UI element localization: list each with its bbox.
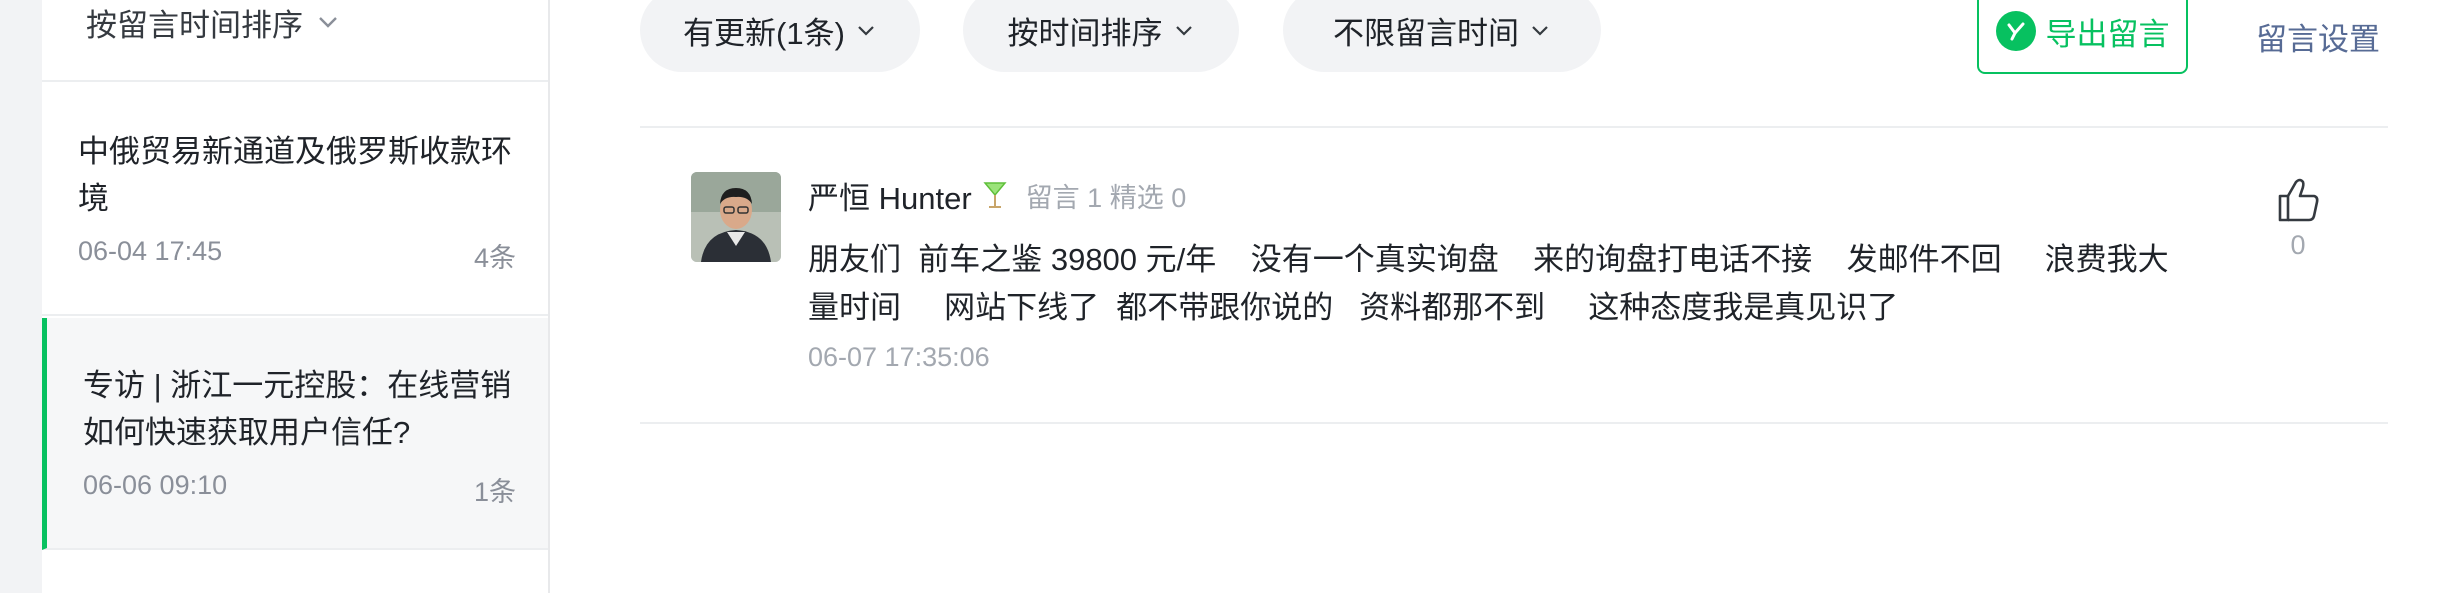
article-date: 06-04 17:45 — [78, 236, 223, 266]
article-date: 06-06 09:10 — [83, 470, 228, 500]
export-label: 导出留言 — [2045, 16, 2170, 52]
filter-update-label: 有更新(1条) — [683, 15, 845, 51]
excel-icon — [1995, 11, 2036, 51]
article-item[interactable]: 中俄贸易新通道及俄罗斯收款环境 06-04 17:45 4条 — [42, 84, 548, 316]
comment-count: 1条 — [473, 477, 516, 507]
comment-header: 严恒 Hunter 留言 1 精选 0 — [808, 172, 1186, 218]
divider — [640, 422, 2388, 424]
commenter-stats: 留言 1 精选 0 — [1025, 182, 1187, 213]
filter-update-dropdown[interactable]: 有更新(1条) — [640, 0, 920, 72]
like-count: 0 — [2290, 230, 2306, 260]
comments-main-panel: 有更新(1条) 按时间排序 不限留言时间 导出留言 留言设置 严恒 Hunter… — [550, 0, 2461, 593]
sort-label: 按留言时间排序 — [86, 8, 303, 43]
filter-sort-dropdown[interactable]: 按时间排序 — [963, 0, 1239, 72]
filter-time-label: 不限留言时间 — [1333, 15, 1519, 51]
article-item-active[interactable]: 专访 | 浙江一元控股：在线营销如何快速获取用户信任? 06-06 09:10 … — [42, 318, 548, 550]
chevron-down-icon — [1175, 26, 1192, 36]
thumbs-up-icon[interactable] — [2270, 172, 2326, 228]
export-comments-button[interactable]: 导出留言 — [1977, 0, 2188, 74]
article-title: 中俄贸易新通道及俄罗斯收款环境 — [78, 134, 512, 216]
article-list-panel: 按留言时间排序 中俄贸易新通道及俄罗斯收款环境 06-04 17:45 4条 专… — [42, 0, 550, 593]
comment-body: 朋友们 前车之鉴 39800 元/年 没有一个真实询盘 来的询盘打电话不接 发邮… — [808, 242, 2169, 325]
filter-time-dropdown[interactable]: 不限留言时间 — [1283, 0, 1601, 72]
cocktail-icon — [982, 180, 1008, 210]
comment-count: 4条 — [473, 243, 516, 273]
filter-sort-label: 按时间排序 — [1007, 15, 1163, 51]
comment-settings-link[interactable]: 留言设置 — [2256, 14, 2380, 59]
sort-dropdown[interactable]: 按留言时间排序 — [42, 0, 548, 82]
chevron-down-icon — [858, 26, 874, 36]
avatar[interactable] — [691, 172, 781, 262]
chevron-down-icon — [1532, 26, 1548, 36]
commenter-nickname[interactable]: 严恒 Hunter — [808, 173, 972, 218]
article-title: 专访 | 浙江一元控股：在线营销如何快速获取用户信任? — [83, 368, 512, 450]
comment-timestamp: 06-07 17:35:06 — [808, 342, 990, 372]
chevron-down-icon — [319, 17, 337, 28]
divider — [640, 126, 2388, 128]
